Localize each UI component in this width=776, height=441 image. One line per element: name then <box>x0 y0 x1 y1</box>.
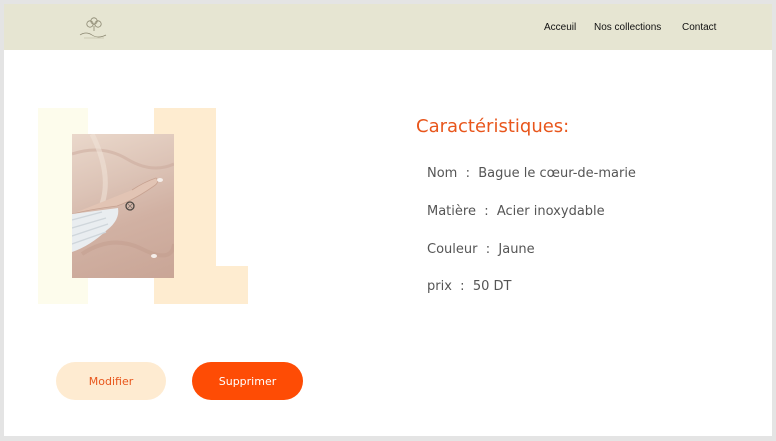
spec-separator: : <box>457 166 479 181</box>
spec-value: Bague le cœur-de-marie <box>478 166 636 181</box>
spec-material: Matière : Acier inoxydable <box>427 204 605 219</box>
spec-value: Acier inoxydable <box>496 204 605 219</box>
spec-separator: : <box>475 204 497 219</box>
edit-button[interactable]: Modifier <box>56 362 166 400</box>
spec-value: Jaune <box>498 242 535 257</box>
spec-label: Couleur <box>427 242 478 257</box>
spec-label: Nom <box>427 166 458 181</box>
spec-label: prix <box>427 279 452 294</box>
spec-color: Couleur : Jaune <box>427 242 535 257</box>
navbar: Acceuil Nos collections Contact <box>4 4 772 50</box>
product-image <box>72 134 174 278</box>
spec-price: prix : 50 DT <box>427 279 511 294</box>
spec-separator: : <box>477 242 499 257</box>
spec-separator: : <box>451 279 473 294</box>
product-page: Acceuil Nos collections Contact Caractér… <box>4 4 772 436</box>
spec-label: Matière <box>427 204 476 219</box>
brand-logo[interactable] <box>76 16 112 40</box>
spec-value: 50 DT <box>472 279 512 294</box>
spec-name: Nom : Bague le cœur-de-marie <box>427 166 636 181</box>
nav-link-collections[interactable]: Nos collections <box>594 22 661 33</box>
nav-link-accueil[interactable]: Acceuil <box>544 22 576 33</box>
nav-link-contact[interactable]: Contact <box>682 22 716 33</box>
delete-button[interactable]: Supprimer <box>192 362 303 400</box>
section-title: Caractéristiques: <box>416 116 570 137</box>
